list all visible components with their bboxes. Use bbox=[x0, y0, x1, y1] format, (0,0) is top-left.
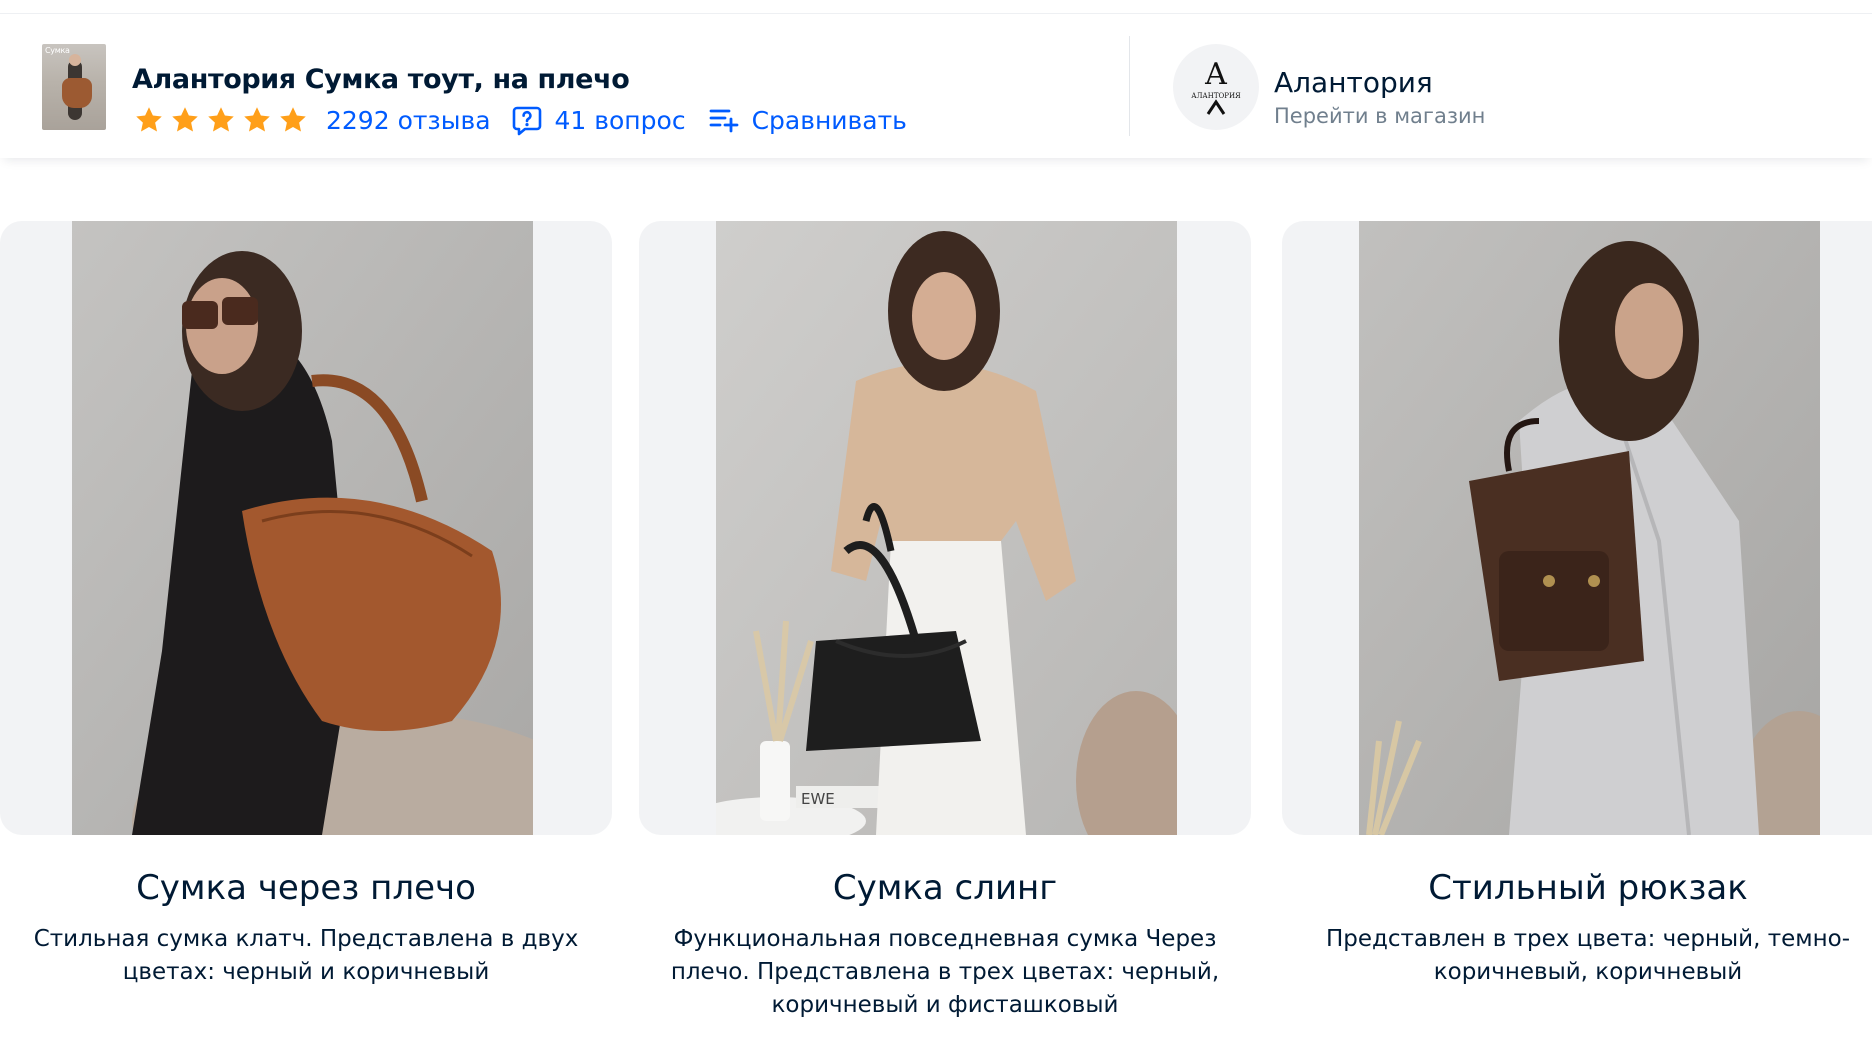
product-sticky-header: Сумка Алантория Сумка тоут, на плечо 229… bbox=[0, 14, 1872, 158]
product-card[interactable]: EWE Сумка слинг Функциональная повседнев… bbox=[639, 221, 1251, 1018]
questions-label: 41 вопрос bbox=[554, 105, 686, 135]
card-title[interactable]: Сумка через плечо bbox=[0, 868, 612, 908]
card-image-frame: EWE bbox=[639, 221, 1251, 835]
question-bubble-icon bbox=[512, 106, 541, 136]
star-icon bbox=[172, 107, 198, 132]
star-icon bbox=[244, 107, 270, 132]
product-thumbnail[interactable]: Сумка bbox=[42, 44, 106, 130]
card-description: Стильная сумка клатч. Представлена в дву… bbox=[33, 926, 579, 985]
svg-text:EWE: EWE bbox=[801, 790, 835, 808]
card-description: Представлен в трех цвета: черный, темно-… bbox=[1325, 926, 1851, 985]
product-meta-row: 2292 отзыва 41 вопрос Сравнивать bbox=[134, 100, 907, 140]
model-with-brown-shoulder-bag-image bbox=[72, 221, 533, 835]
card-image-frame bbox=[0, 221, 612, 835]
model-with-black-tote-bag-image: EWE bbox=[716, 221, 1177, 835]
star-icon bbox=[136, 107, 162, 132]
card-description: Функциональная повседневная сумка Через … bbox=[670, 926, 1220, 1018]
card-image-frame bbox=[1282, 221, 1872, 835]
reviews-link[interactable]: 2292 отзыва bbox=[326, 106, 491, 135]
alantoria-logo-icon: A АЛАНТОРИЯ bbox=[1191, 57, 1241, 115]
store-name[interactable]: Алантория bbox=[1274, 66, 1433, 99]
star-icon bbox=[208, 107, 234, 132]
rating-stars[interactable] bbox=[134, 105, 308, 135]
thumbnail-caption: Сумка bbox=[45, 46, 70, 55]
compare-list-icon bbox=[709, 109, 738, 133]
compare-button[interactable]: Сравнивать bbox=[708, 104, 907, 136]
card-title[interactable]: Сумка слинг bbox=[639, 868, 1251, 908]
store-logo[interactable]: A АЛАНТОРИЯ bbox=[1173, 44, 1259, 130]
product-card[interactable]: Сумка через плечо Стильная сумка клатч. … bbox=[0, 221, 612, 985]
star-icon bbox=[280, 107, 306, 132]
top-divider bbox=[0, 0, 1872, 14]
header-divider bbox=[1129, 36, 1130, 136]
go-to-store-link[interactable]: Перейти в магазин bbox=[1274, 104, 1485, 128]
card-title[interactable]: Стильный рюкзак bbox=[1282, 868, 1872, 908]
svg-text:A: A bbox=[1204, 57, 1227, 92]
questions-link[interactable]: 41 вопрос bbox=[511, 104, 686, 136]
model-with-brown-backpack-image bbox=[1359, 221, 1820, 835]
svg-text:АЛАНТОРИЯ: АЛАНТОРИЯ bbox=[1191, 92, 1241, 100]
compare-label: Сравнивать bbox=[751, 105, 907, 135]
product-card[interactable]: Стильный рюкзак Представлен в трех цвета… bbox=[1282, 221, 1872, 985]
product-title: Алантория Сумка тоут, на плечо bbox=[132, 64, 630, 95]
